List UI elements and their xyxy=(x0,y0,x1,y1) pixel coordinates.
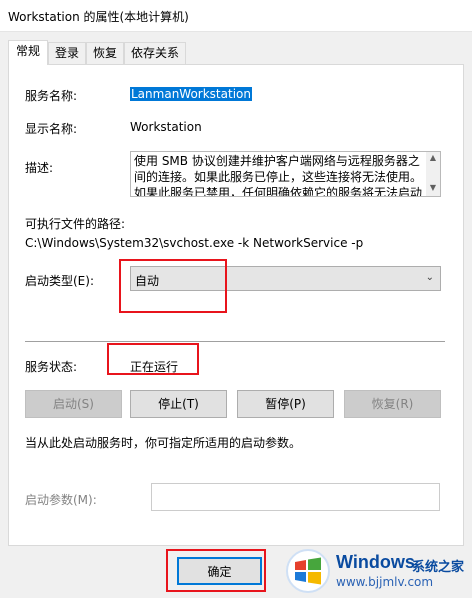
start-params-label: 启动参数(M): xyxy=(25,493,97,507)
highlight-startup-type xyxy=(119,259,227,313)
description-label: 描述: xyxy=(25,161,54,175)
tab-general[interactable]: 常规 xyxy=(8,40,48,65)
service-name-text[interactable]: LanmanWorkstation xyxy=(130,87,252,101)
chevron-down-icon: ⌄ xyxy=(425,272,434,283)
display-name-label: 显示名称: xyxy=(25,122,78,136)
resume-button[interactable]: 恢复(R) xyxy=(344,390,441,418)
tab-dependencies[interactable]: 依存关系 xyxy=(124,42,186,64)
windows-logo-icon xyxy=(286,549,330,593)
pause-button[interactable]: 暂停(P) xyxy=(237,390,334,418)
divider xyxy=(25,341,445,342)
tab-recovery[interactable]: 恢复 xyxy=(86,42,124,64)
description-line: 间的连接。如果此服务已停止，这些连接将无法使用。 xyxy=(134,170,423,184)
description-line: 如果此服务已禁用，任何明确依赖它的服务将无法启动 xyxy=(134,186,423,197)
description-text: 使用 SMB 协议创建并维护客户端网络与远程服务器之 间的连接。如果此服务已停止… xyxy=(134,153,424,197)
window-title: Workstation 的属性(本地计算机) xyxy=(8,10,189,24)
start-button[interactable]: 启动(S) xyxy=(25,390,122,418)
start-params-hint: 当从此处启动服务时，你可指定所适用的启动参数。 xyxy=(25,436,302,450)
scroll-down-icon[interactable]: ▼ xyxy=(426,183,440,192)
start-params-input[interactable] xyxy=(151,483,440,511)
general-panel: 服务名称: LanmanWorkstation 显示名称: Workstatio… xyxy=(8,64,464,546)
display-name-value[interactable]: Workstation xyxy=(130,120,202,134)
scroll-up-icon[interactable]: ▲ xyxy=(426,153,440,162)
exe-path-label: 可执行文件的路径: xyxy=(25,217,126,231)
startup-type-label: 启动类型(E): xyxy=(25,274,94,288)
description-scrollbar[interactable]: ▲ ▼ xyxy=(426,152,440,196)
description-line: 使用 SMB 协议创建并维护客户端网络与远程服务器之 xyxy=(134,154,420,168)
watermark-url: www.bjjmlv.com xyxy=(336,575,434,589)
highlight-ok-button xyxy=(166,549,266,592)
title-bar: Workstation 的属性(本地计算机) xyxy=(0,0,472,32)
service-name-value[interactable]: LanmanWorkstation xyxy=(130,87,252,101)
watermark-brand: Windows xyxy=(336,552,415,572)
tab-logon[interactable]: 登录 xyxy=(48,42,86,64)
stop-button[interactable]: 停止(T) xyxy=(130,390,227,418)
description-box[interactable]: 使用 SMB 协议创建并维护客户端网络与远程服务器之 间的连接。如果此服务已停止… xyxy=(130,151,441,197)
service-name-label: 服务名称: xyxy=(25,89,78,103)
highlight-service-status xyxy=(107,343,199,375)
service-status-label: 服务状态: xyxy=(25,360,78,374)
exe-path-value: C:\Windows\System32\svchost.exe -k Netwo… xyxy=(25,236,364,250)
watermark: Windows 系统之家 www.bjjmlv.com xyxy=(282,546,468,596)
watermark-brand-cn: 系统之家 xyxy=(412,560,465,575)
